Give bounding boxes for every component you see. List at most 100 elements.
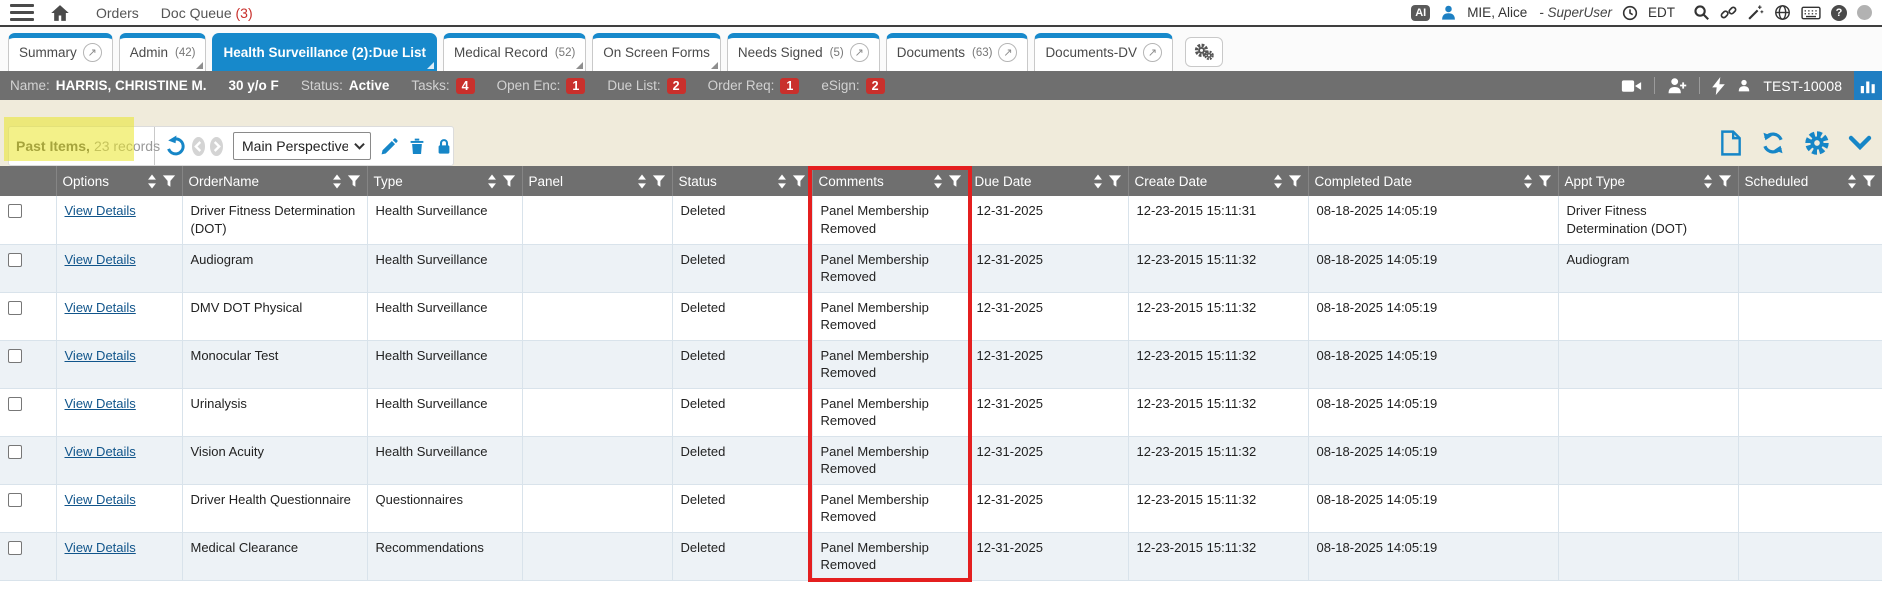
row-checkbox[interactable] — [8, 349, 22, 363]
filter-funnel-icon[interactable] — [1108, 174, 1122, 188]
sort-icon[interactable] — [332, 174, 342, 189]
wand-icon[interactable] — [1747, 4, 1764, 21]
status-cell: Deleted — [672, 436, 812, 484]
options-cell: View Details — [56, 388, 182, 436]
create-date-cell: 12-23-2015 15:11:32 — [1128, 436, 1308, 484]
sort-icon[interactable] — [777, 174, 787, 189]
video-camera-icon[interactable] — [1621, 78, 1642, 94]
due-list-badge[interactable]: 2 — [667, 78, 686, 94]
esign-badge[interactable]: 2 — [866, 78, 885, 94]
view-details-link[interactable]: View Details — [65, 300, 136, 315]
patient-status: Active — [349, 78, 390, 93]
filter-funnel-icon[interactable] — [1862, 174, 1876, 188]
tab-on-screen-forms[interactable]: On Screen Forms — [592, 33, 721, 71]
panel-cell — [522, 244, 672, 292]
row-checkbox[interactable] — [8, 493, 22, 507]
open-enc-badge[interactable]: 1 — [566, 78, 585, 94]
trash-icon[interactable] — [408, 137, 426, 156]
sort-icon[interactable] — [1273, 174, 1283, 189]
tab-count: (63) — [972, 45, 992, 59]
help-icon[interactable]: ? — [1831, 5, 1847, 21]
order-req-badge[interactable]: 1 — [780, 78, 799, 94]
tasks-badge[interactable]: 4 — [456, 78, 475, 94]
perspective-select[interactable]: Main Perspective — [233, 132, 371, 160]
tab-settings-button[interactable] — [1185, 37, 1223, 67]
keyboard-icon[interactable] — [1801, 5, 1821, 21]
filter-funnel-icon[interactable] — [1538, 174, 1552, 188]
chevron-down-icon[interactable] — [1848, 134, 1872, 152]
globe-icon[interactable] — [1774, 4, 1791, 21]
add-person-icon[interactable] — [1667, 77, 1687, 94]
pencil-icon[interactable] — [380, 137, 399, 156]
row-checkbox[interactable] — [8, 204, 22, 218]
filter-funnel-icon[interactable] — [1718, 174, 1732, 188]
external-link-icon[interactable]: ↗ — [850, 43, 869, 62]
due-date-cell: 12-31-2025 — [968, 436, 1128, 484]
patient-id[interactable]: TEST-10008 — [1763, 78, 1842, 94]
link-icon[interactable] — [1720, 4, 1737, 21]
tab-summary[interactable]: Summary ↗ — [8, 33, 113, 71]
sort-icon[interactable] — [487, 174, 497, 189]
new-document-icon[interactable] — [1720, 130, 1742, 156]
external-link-icon[interactable]: ↗ — [1143, 43, 1162, 62]
home-icon[interactable] — [50, 3, 70, 23]
search-icon[interactable] — [1693, 4, 1710, 21]
refresh-icon[interactable] — [1760, 130, 1786, 156]
next-icon[interactable] — [210, 137, 223, 156]
tab-medical-record[interactable]: Medical Record (52) — [443, 33, 586, 71]
nav-doc-queue[interactable]: Doc Queue (3) — [161, 5, 253, 21]
filter-funnel-icon[interactable] — [502, 174, 516, 188]
row-checkbox[interactable] — [8, 397, 22, 411]
tab-admin[interactable]: Admin (42) — [119, 33, 207, 71]
view-details-link[interactable]: View Details — [65, 444, 136, 459]
row-checkbox[interactable] — [8, 445, 22, 459]
filter-funnel-icon[interactable] — [948, 174, 962, 188]
external-link-icon[interactable]: ↗ — [83, 43, 102, 62]
table-row: View DetailsMonocular TestHealth Surveil… — [0, 340, 1882, 388]
lightning-icon[interactable] — [1712, 77, 1725, 95]
gear-icon[interactable] — [1804, 130, 1830, 156]
tab-documents-dv[interactable]: Documents-DV ↗ — [1034, 33, 1173, 71]
filter-funnel-icon[interactable] — [1288, 174, 1302, 188]
clock-icon[interactable] — [1622, 5, 1638, 21]
lock-icon[interactable] — [435, 137, 453, 156]
ai-badge[interactable]: AI — [1411, 5, 1430, 21]
tab-health-surveillance[interactable]: Health Surveillance (2):Due List — [212, 33, 437, 71]
prev-icon[interactable] — [192, 137, 205, 156]
external-link-icon[interactable]: ↗ — [998, 43, 1017, 62]
bar-chart-icon[interactable] — [1854, 71, 1882, 100]
row-checkbox[interactable] — [8, 253, 22, 267]
status-cell: Deleted — [672, 244, 812, 292]
user-icon[interactable] — [1440, 4, 1457, 21]
filter-funnel-icon[interactable] — [652, 174, 666, 188]
view-details-link[interactable]: View Details — [65, 492, 136, 507]
sort-icon[interactable] — [1523, 174, 1533, 189]
view-details-link[interactable]: View Details — [65, 252, 136, 267]
row-checkbox[interactable] — [8, 541, 22, 555]
filter-funnel-icon[interactable] — [792, 174, 806, 188]
sort-icon[interactable] — [1703, 174, 1713, 189]
sort-icon[interactable] — [147, 174, 157, 189]
tab-needs-signed[interactable]: Needs Signed (5) ↗ — [727, 33, 880, 71]
user-name[interactable]: MIE, Alice — [1467, 5, 1527, 20]
row-checkbox[interactable] — [8, 301, 22, 315]
nav-orders[interactable]: Orders — [96, 5, 139, 21]
sort-icon[interactable] — [1093, 174, 1103, 189]
view-details-link[interactable]: View Details — [65, 348, 136, 363]
view-details-link[interactable]: View Details — [65, 396, 136, 411]
comments-cell: Panel Membership Removed — [812, 196, 968, 244]
column-label: Create Date — [1135, 174, 1208, 189]
order-req-label: Order Req: — [708, 78, 775, 93]
sort-icon[interactable] — [637, 174, 647, 189]
type-cell: Questionnaires — [367, 484, 522, 532]
tab-documents[interactable]: Documents (63) ↗ — [886, 33, 1029, 71]
hamburger-icon[interactable] — [10, 4, 34, 21]
sort-icon[interactable] — [1847, 174, 1857, 189]
view-details-link[interactable]: View Details — [65, 203, 136, 218]
options-cell: View Details — [56, 244, 182, 292]
view-details-link[interactable]: View Details — [65, 540, 136, 555]
sort-icon[interactable] — [933, 174, 943, 189]
filter-funnel-icon[interactable] — [347, 174, 361, 188]
undo-icon[interactable] — [165, 135, 187, 157]
filter-funnel-icon[interactable] — [162, 174, 176, 188]
